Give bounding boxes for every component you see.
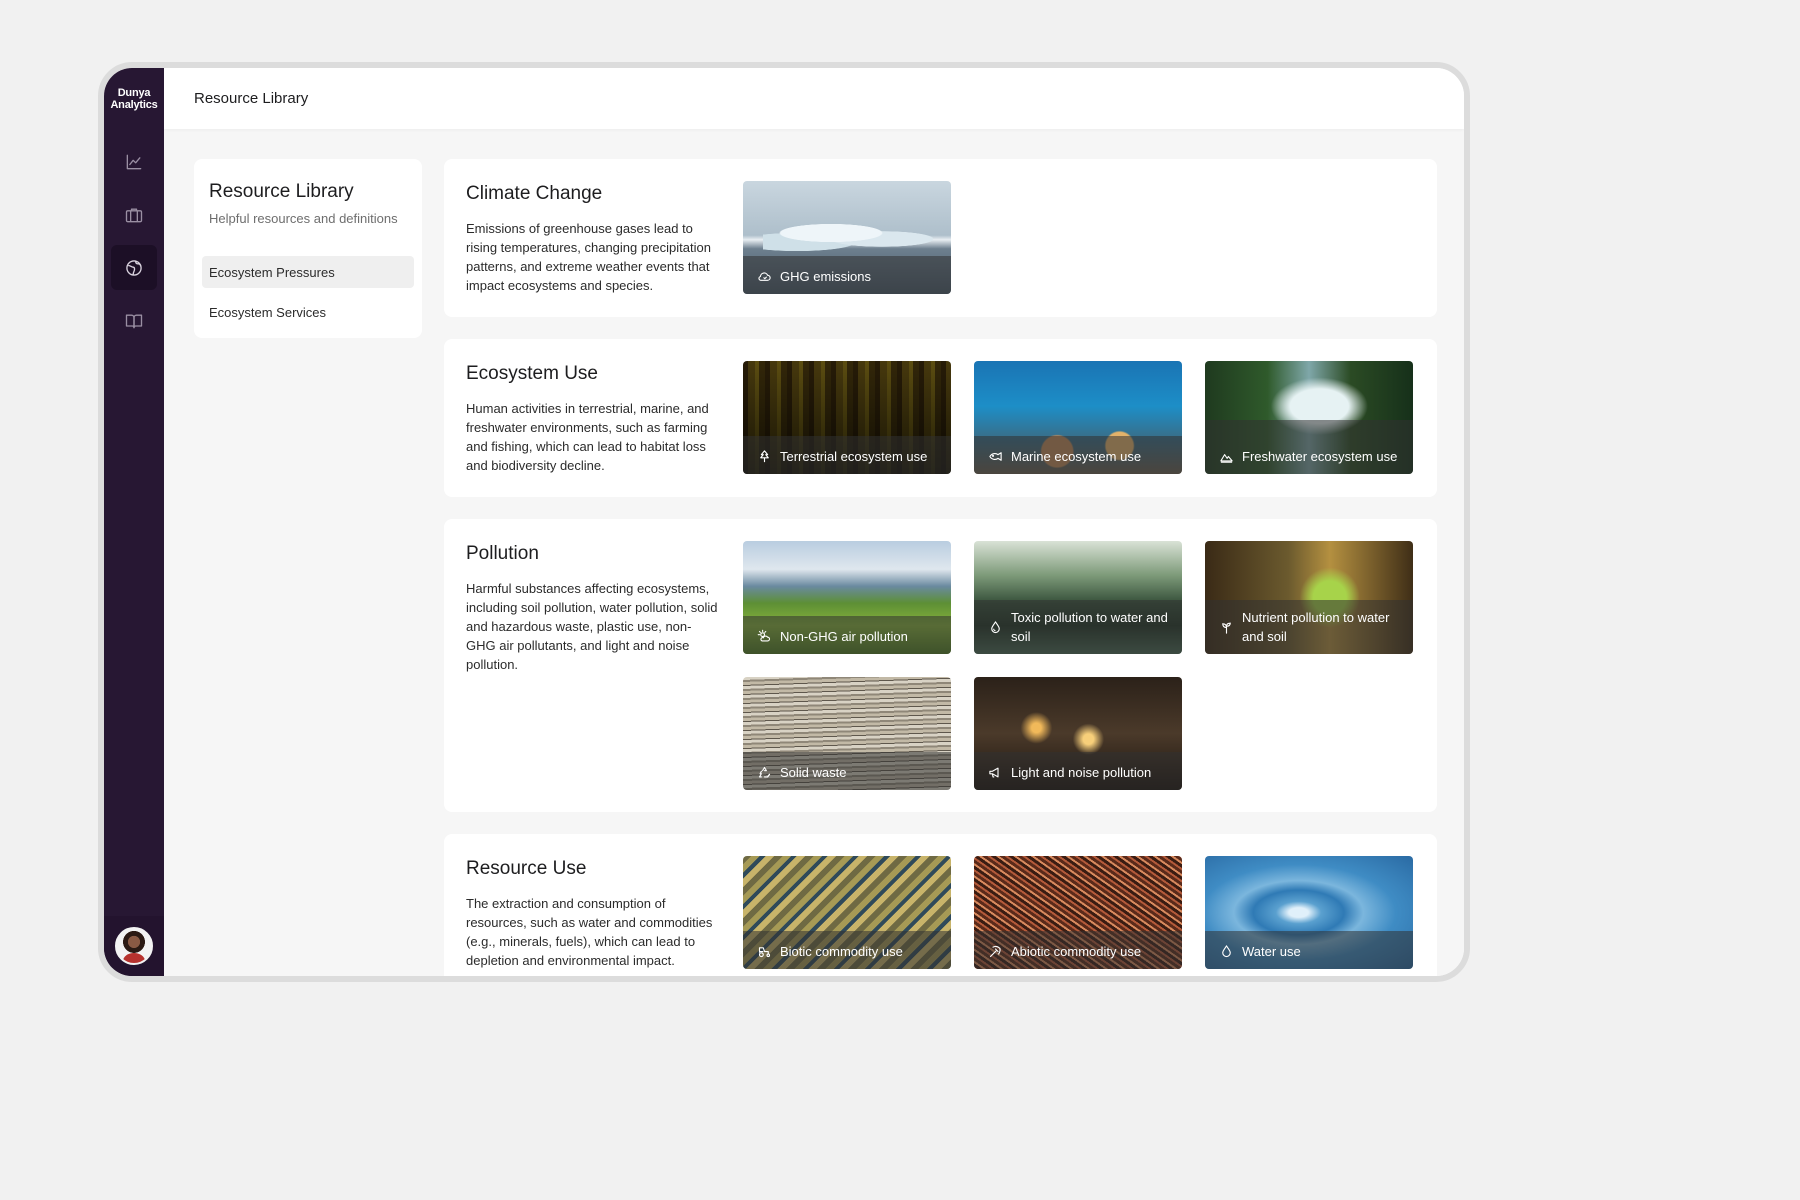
card-label: Abiotic commodity use — [1011, 944, 1142, 959]
card-biotic-commodity-use[interactable]: Biotic commodity use — [743, 856, 951, 969]
device-frame: Dunya Analytics Resource Library Resourc… — [98, 62, 1470, 982]
droplet-icon — [991, 620, 1000, 633]
section-climate-change: Climate Change Emissions of greenhouse g… — [444, 159, 1437, 317]
card-label: Nutrient pollution to water and soil — [1242, 610, 1390, 644]
book-icon — [125, 314, 143, 328]
section-text: Climate Change Emissions of greenhouse g… — [466, 181, 721, 295]
card-grid: Biotic commodity use Abiotic commodity u… — [743, 856, 1413, 970]
sun-cloud-icon — [757, 629, 771, 642]
card-label: Non-GHG air pollution — [780, 629, 908, 644]
card-marine-ecosystem-use[interactable]: Marine ecosystem use — [974, 361, 1182, 474]
recycle-icon — [758, 766, 771, 778]
library-panel: Resource Library Helpful resources and d… — [194, 159, 422, 338]
panel-subtitle: Helpful resources and definitions — [209, 211, 398, 226]
tree-icon — [760, 450, 769, 463]
main-area: Resource Library Resource Library Helpfu… — [164, 68, 1464, 976]
sections-list: Climate Change Emissions of greenhouse g… — [444, 159, 1437, 976]
card-label: Biotic commodity use — [780, 944, 903, 959]
user-area — [104, 916, 164, 976]
megaphone-icon — [989, 767, 999, 778]
app-screen: Dunya Analytics Resource Library Resourc… — [104, 68, 1464, 976]
avatar[interactable] — [115, 927, 153, 965]
card-nutrient-pollution[interactable]: Nutrient pollution to water and soil — [1205, 541, 1413, 654]
card-abiotic-commodity-use[interactable]: Abiotic commodity use — [974, 856, 1182, 969]
card-freshwater-ecosystem-use[interactable]: Freshwater ecosystem use — [1205, 361, 1413, 474]
card-label: Water use — [1242, 944, 1301, 959]
card-label: Freshwater ecosystem use — [1242, 449, 1398, 464]
sidebar: Dunya Analytics — [104, 68, 164, 976]
section-description: Emissions of greenhouse gases lead to ri… — [466, 221, 711, 293]
brand-line-2: Analytics — [110, 98, 158, 111]
section-title: Climate Change — [466, 183, 603, 204]
section-ecosystem-use: Ecosystem Use Human activities in terres… — [444, 339, 1437, 497]
section-title: Resource Use — [466, 858, 587, 879]
card-light-noise-pollution[interactable]: Light and noise pollution — [974, 677, 1182, 790]
sidebar-nav — [111, 139, 157, 343]
pickaxe-icon — [989, 945, 1001, 958]
card-label: Toxic pollution to water and soil — [1011, 610, 1168, 644]
sidebar-item-resources[interactable] — [111, 245, 157, 290]
topbar: Resource Library — [164, 68, 1464, 129]
sprout-icon — [1222, 622, 1231, 634]
section-description: The extraction and consumption of resour… — [466, 896, 713, 968]
line-chart-icon — [126, 154, 142, 169]
card-label: Solid waste — [780, 765, 847, 780]
card-solid-waste[interactable]: Solid waste — [743, 677, 951, 790]
sidebar-item-analytics[interactable] — [111, 139, 157, 184]
mountain-icon — [1220, 454, 1233, 463]
card-water-use[interactable]: Water use — [1205, 856, 1413, 969]
water-drop-icon — [1222, 945, 1231, 958]
section-resource-use: Resource Use The extraction and consumpt… — [444, 834, 1437, 976]
section-pollution: Pollution Harmful substances affecting e… — [444, 519, 1437, 812]
section-text: Resource Use The extraction and consumpt… — [466, 856, 721, 970]
fish-icon — [989, 452, 1002, 461]
section-text: Ecosystem Use Human activities in terres… — [466, 361, 721, 475]
brand-logo[interactable]: Dunya Analytics — [104, 68, 164, 129]
card-label: GHG emissions — [780, 269, 872, 284]
menu-item-ecosystem-pressures[interactable]: Ecosystem Pressures — [202, 256, 414, 288]
card-label: Marine ecosystem use — [1011, 449, 1142, 464]
brand-line-1: Dunya — [117, 86, 151, 99]
card-grid: Terrestrial ecosystem use Marine ecosyst… — [743, 361, 1413, 475]
card-label: Terrestrial ecosystem use — [780, 449, 928, 464]
card-ghg-emissions[interactable]: GHG emissions — [743, 181, 951, 294]
section-description: Human activities in terrestrial, marine,… — [466, 401, 709, 473]
tractor-icon — [758, 947, 771, 958]
panel-menu: Ecosystem Pressures Ecosystem Services — [202, 256, 414, 328]
briefcase-icon — [125, 208, 143, 222]
card-grid: Non-GHG air pollution Toxic pollution to… — [743, 541, 1413, 790]
card-non-ghg-air-pollution[interactable]: Non-GHG air pollution — [743, 541, 951, 654]
section-title: Pollution — [466, 543, 539, 564]
section-title: Ecosystem Use — [466, 363, 598, 384]
menu-item-ecosystem-services[interactable]: Ecosystem Services — [202, 296, 414, 328]
card-grid: GHG emissions — [743, 181, 1413, 295]
globe-icon — [126, 259, 142, 276]
card-label: Light and noise pollution — [1011, 765, 1152, 780]
sidebar-item-portfolio[interactable] — [111, 192, 157, 237]
section-description: Harmful substances affecting ecosystems,… — [466, 581, 718, 672]
section-text: Pollution Harmful substances affecting e… — [466, 541, 721, 790]
content: Resource Library Helpful resources and d… — [164, 129, 1464, 976]
cloud-icon — [758, 272, 771, 281]
page-title: Resource Library — [194, 90, 309, 107]
sidebar-item-library[interactable] — [111, 298, 157, 343]
panel-title: Resource Library — [209, 181, 354, 202]
card-terrestrial-ecosystem-use[interactable]: Terrestrial ecosystem use — [743, 361, 951, 474]
card-toxic-pollution[interactable]: Toxic pollution to water and soil — [974, 541, 1182, 654]
